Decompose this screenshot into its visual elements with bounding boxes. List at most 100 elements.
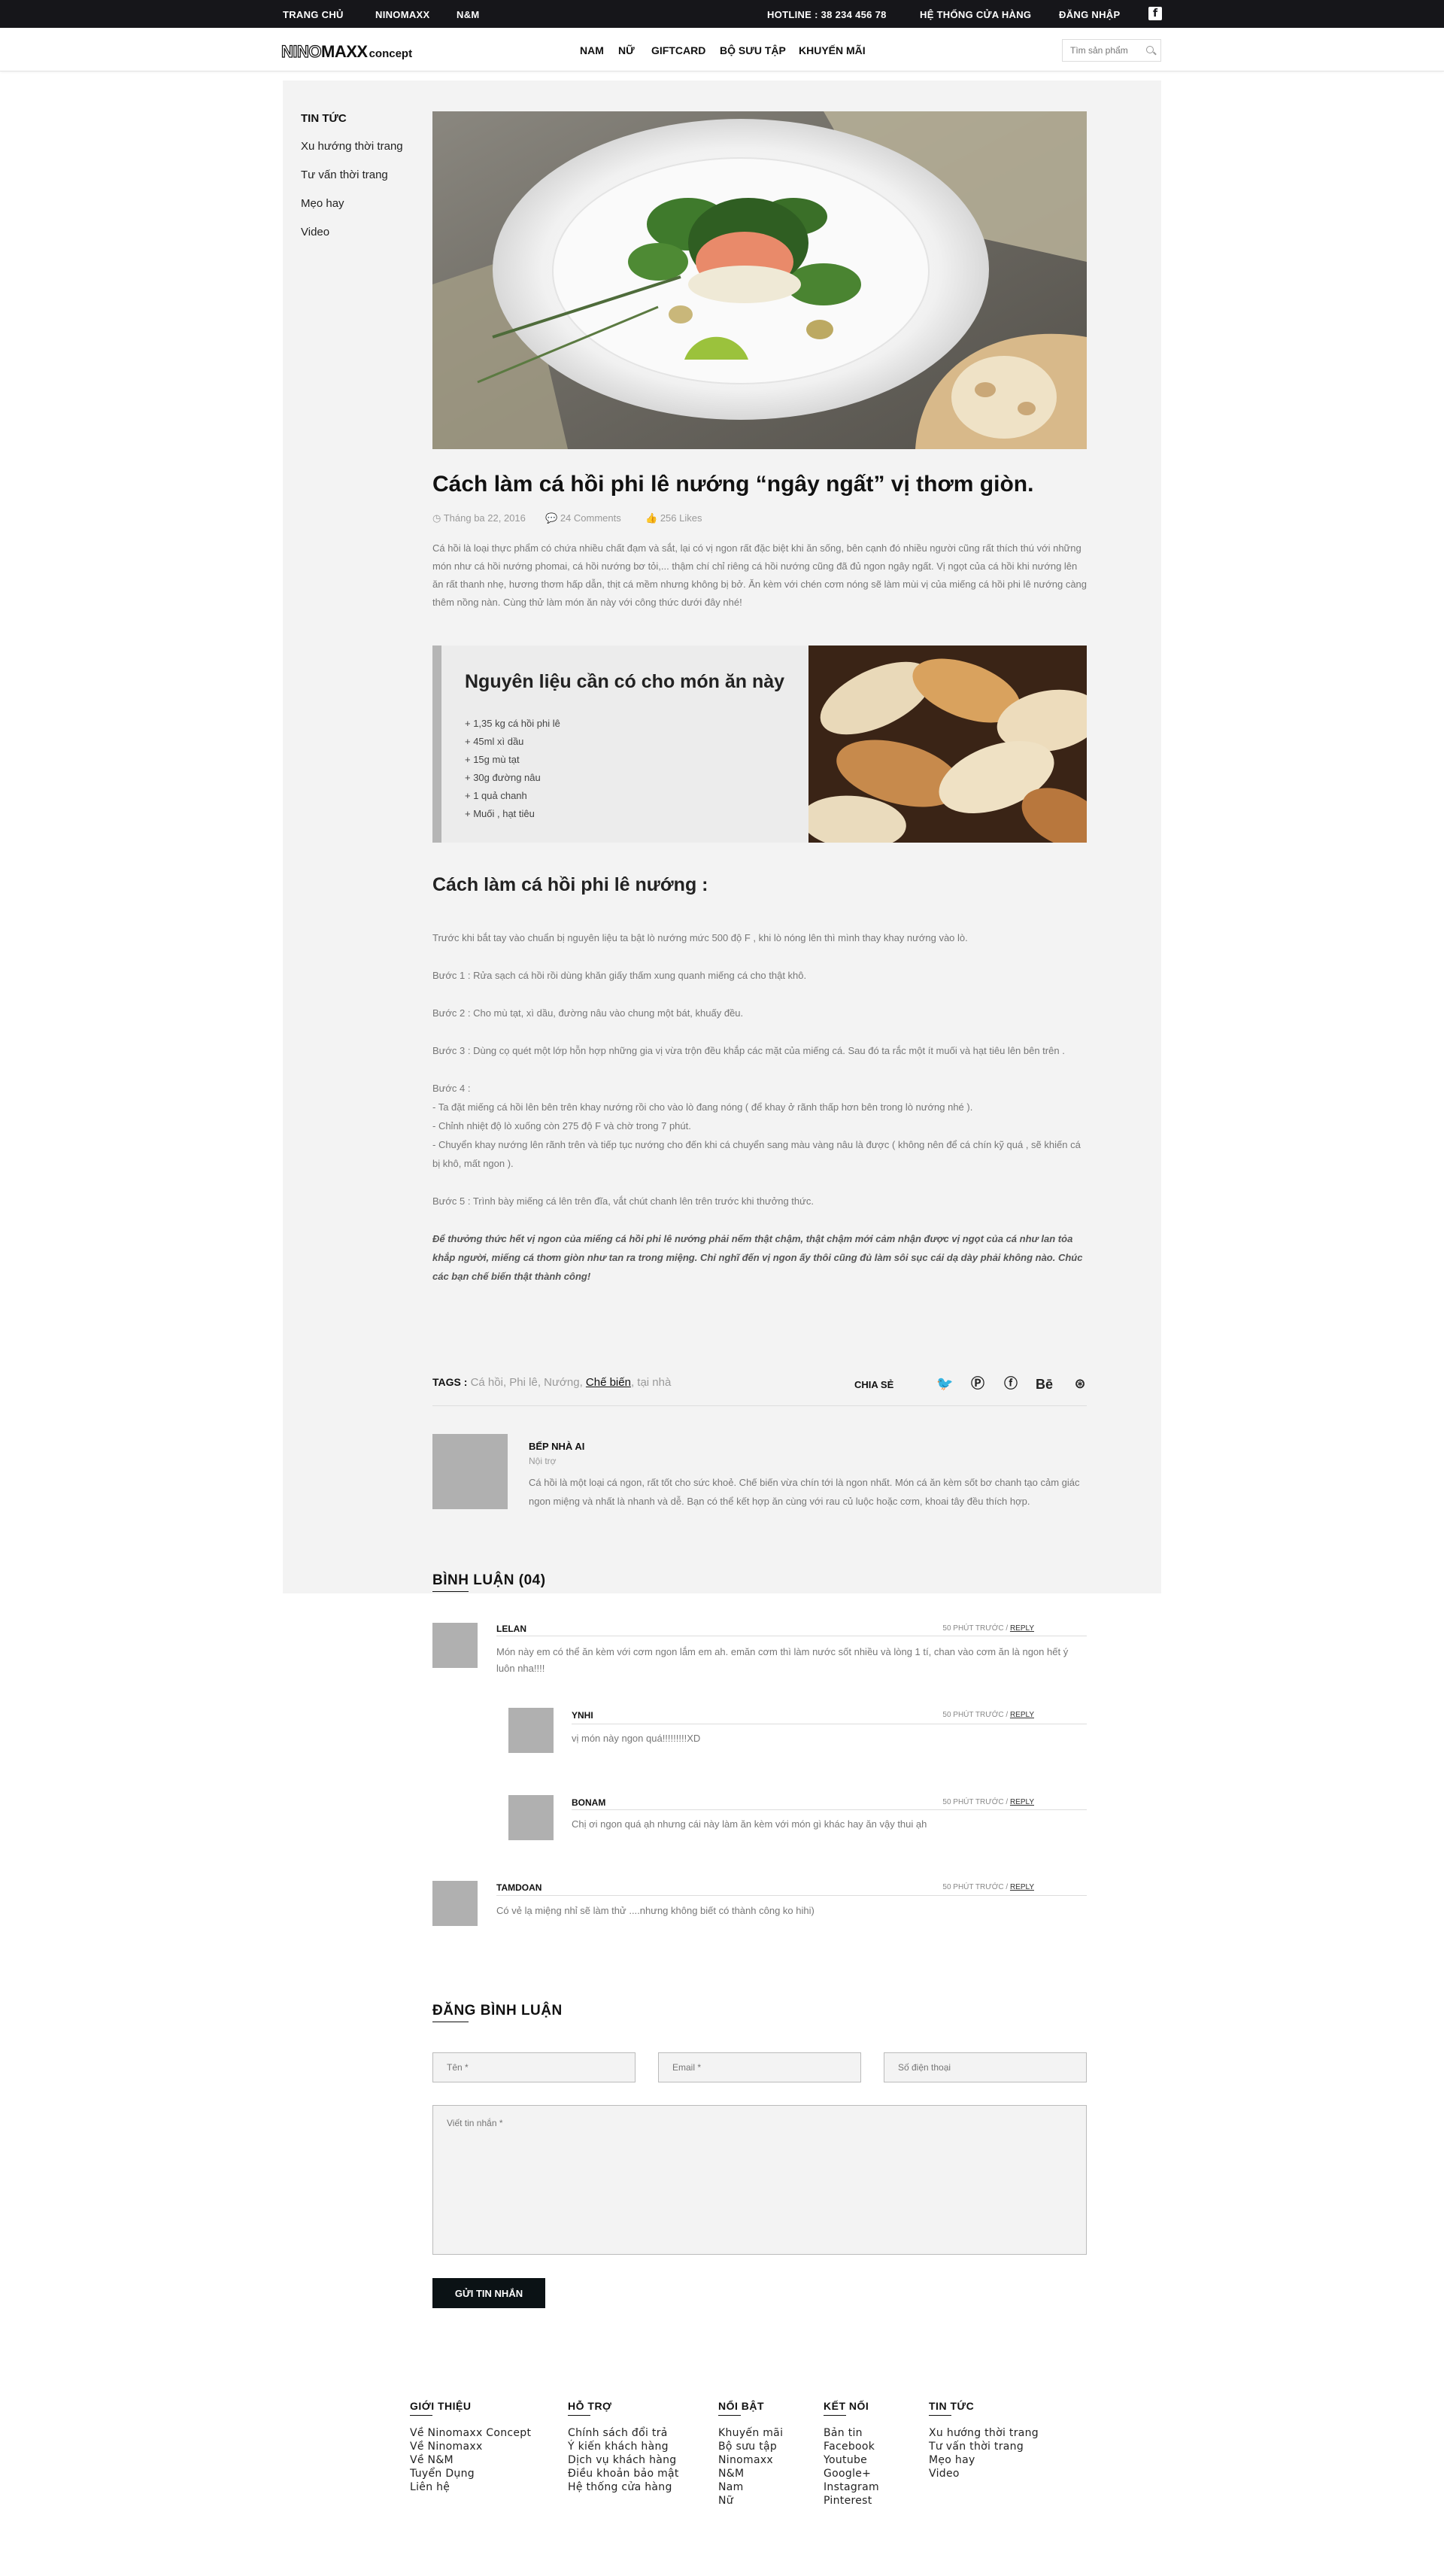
footer-heading: NỔI BẬT [718,2400,765,2412]
footer-heading-underline [568,2415,590,2416]
dribbble-icon[interactable]: ⊛ [1072,1376,1088,1393]
reply-link[interactable]: REPLY [1010,1711,1034,1719]
footer-link[interactable]: Xu hướng thời trang [929,2426,1039,2440]
ingredient-item: + Muối , hạt tiêu [465,808,535,819]
comment-divider [496,1895,1087,1896]
reply-link[interactable]: REPLY [1010,1624,1034,1633]
tag-link[interactable]: Phi lê [509,1376,538,1389]
step-paragraph: Bước 5 : Trình bày miếng cá lên trên đĩa… [432,1195,814,1207]
topnav-home[interactable]: TRANG CHỦ [283,9,344,20]
comments-heading: BÌNH LUẬN (04) [432,1572,546,1588]
submit-comment-button[interactable]: GỬI TIN NHẮN [432,2278,545,2308]
footer-link[interactable]: Pinterest [824,2494,879,2508]
nav-collection[interactable]: BỘ SƯU TẬP [720,44,786,56]
name-field[interactable] [432,2052,636,2082]
reply-link[interactable]: REPLY [1010,1798,1034,1806]
sidebar-item-advice[interactable]: Tư vấn thời trang [301,169,388,181]
footer-link[interactable]: Liên hệ [410,2480,531,2494]
footer-link[interactable]: Nữ [718,2494,783,2508]
footer-link[interactable]: Về Ninomaxx Concept [410,2426,531,2440]
tag-link[interactable]: tại nhà [637,1376,671,1389]
ingredient-item: + 1 quả chanh [465,790,527,801]
comment-text: Chị ơi ngon quá ạh nhưng cái này làm ăn … [572,1818,927,1830]
twitter-icon[interactable]: 🐦 [936,1376,953,1393]
footer-list-news: Xu hướng thời trang Tư vấn thời trang Mẹ… [929,2426,1039,2480]
hero-food-image [432,111,1087,449]
pinterest-icon[interactable]: Ⓟ [969,1376,986,1393]
footer-list-featured: Khuyến mãi Bộ sưu tập Ninomaxx N&M Nam N… [718,2426,783,2508]
footer-link[interactable]: Về Ninomaxx [410,2440,531,2453]
footer-link[interactable]: Điều khoản bảo mật [568,2467,679,2480]
tag-link-active[interactable]: Chế biến [586,1376,631,1389]
topnav-nm[interactable]: N&M [457,9,480,20]
tags-row: TAGS : Cá hồi, Phi lê, Nướng, Chế biến, … [432,1376,672,1389]
footer-link[interactable]: Google+ [824,2467,879,2480]
tags-divider [432,1405,1087,1406]
comment-author: TAMDOAN [496,1882,542,1893]
email-field[interactable] [658,2052,861,2082]
footer-link[interactable]: Hệ thống cửa hàng [568,2480,679,2494]
search-icon[interactable] [1146,46,1154,53]
footer-heading-underline [929,2415,951,2416]
footer-link[interactable]: Youtube [824,2453,879,2467]
footer-link[interactable]: Về N&M [410,2453,531,2467]
message-field[interactable] [432,2105,1087,2255]
footer-link[interactable]: Tư vấn thời trang [929,2440,1039,2453]
ingredient-item: + 45ml xì dầu [465,736,524,747]
author-bio: Cá hồi là một loại cá ngon, rất tốt cho … [529,1477,1080,1507]
phone-field[interactable] [884,2052,1087,2082]
login-link[interactable]: ĐĂNG NHẬP [1059,9,1120,20]
footer-link[interactable]: Video [929,2467,1039,2480]
footer-link[interactable]: Instagram [824,2480,879,2494]
sidebar-item-trends[interactable]: Xu hướng thời trang [301,140,403,153]
avatar [432,1881,478,1926]
comment-author: LELAN [496,1624,526,1634]
footer-link[interactable]: Tuyển Dụng [410,2467,531,2480]
footer-link[interactable]: N&M [718,2467,783,2480]
author-role: Nội trợ [529,1456,557,1466]
footer-heading-underline [718,2415,741,2416]
avatar [508,1708,554,1753]
reply-link[interactable]: REPLY [1010,1883,1034,1891]
stores-link[interactable]: HỆ THỐNG CỬA HÀNG [920,9,1031,20]
sidebar-item-video[interactable]: Video [301,226,329,238]
footer-link[interactable]: Dịch vụ khách hàng [568,2453,679,2467]
comment-text: Món này em có thể ăn kèm với cơm ngon lắ… [496,1646,1069,1674]
behance-icon[interactable]: Bē [1036,1376,1053,1393]
ingredients-list: + 1,35 kg cá hồi phi lê + 45ml xì dầu + … [465,715,560,823]
tags-label: TAGS : [432,1376,468,1388]
nav-nam[interactable]: NAM [580,44,604,56]
footer-link[interactable]: Bộ sưu tập [718,2440,783,2453]
comment-author: YNHI [572,1710,593,1721]
article-date: ◷ Tháng ba 22, 2016 [432,512,526,524]
nav-promotion[interactable]: KHUYẾN MÃI [799,44,866,56]
nav-giftcard[interactable]: GIFTCARD [651,44,705,56]
share-label: CHIA SẺ [854,1379,894,1390]
brand-logo[interactable]: NINOMAXX concept [281,41,412,62]
nav-nu[interactable]: NỮ [618,44,635,56]
tag-link[interactable]: Nướng [544,1376,579,1389]
author-avatar [432,1434,508,1509]
search-input[interactable] [1063,40,1138,61]
article-comments-count[interactable]: 💬 24 Comments [545,512,621,524]
sidebar-item-tips[interactable]: Mẹo hay [301,197,344,210]
footer-link[interactable]: Ý kiến khách hàng [568,2440,679,2453]
article-likes[interactable]: 👍 256 Likes [645,512,702,524]
footer-link[interactable]: Chính sách đổi trả [568,2426,679,2440]
footer-link[interactable]: Khuyến mãi [718,2426,783,2440]
step-paragraph: Bước 3 : Dùng cọ quét một lớp hỗn hợp nh… [432,1045,1065,1056]
ingredients-box: Nguyên liệu cần có cho món ăn này + 1,35… [432,646,1087,843]
footer-link[interactable]: Nam [718,2480,783,2494]
footer-link[interactable]: Ninomaxx [718,2453,783,2467]
footer-heading: KẾT NỐI [824,2400,869,2412]
heading-underline [432,1591,469,1592]
footer-link[interactable]: Facebook [824,2440,879,2453]
comment-author: BONAM [572,1797,606,1808]
ingredient-item: + 30g đường nâu [465,772,541,783]
facebook-icon[interactable]: ⓕ [1003,1376,1019,1393]
footer-link[interactable]: Mẹo hay [929,2453,1039,2467]
facebook-icon[interactable]: f [1148,7,1162,20]
tag-link[interactable]: Cá hồi [471,1376,503,1389]
footer-link[interactable]: Bản tin [824,2426,879,2440]
topnav-ninomaxx[interactable]: NINOMAXX [375,9,429,20]
